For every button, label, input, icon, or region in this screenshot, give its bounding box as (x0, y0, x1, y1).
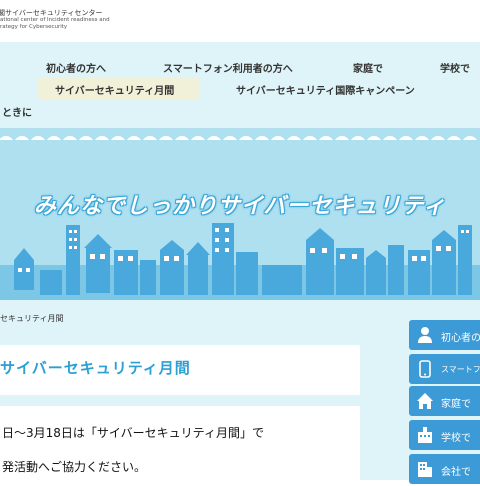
sidebar-button-beginners[interactable]: 初心者の (409, 320, 480, 350)
body-card: 日～3月18日は「サイバーセキュリティ月間」で 発活動へご協力ください。 (0, 406, 360, 486)
main-content: セキュリティ月間 サイバーセキュリティ月間 日～3月18日は「サイバーセキュリテ… (0, 300, 480, 486)
sidebar-button-school[interactable]: 学校で (409, 420, 480, 450)
nav-item-smartphone[interactable]: スマートフォン利用者の方へ (163, 60, 293, 75)
nav-item-international-campaign[interactable]: サイバーセキュリティ国際キャンペーン (236, 82, 415, 97)
main-navigation: 初心者の方へ スマートフォン利用者の方へ 家庭で 学校で サイバーセキュリティ月… (0, 42, 480, 128)
smartphone-icon (419, 360, 431, 378)
city-skyline-illustration (0, 223, 480, 300)
person-icon (418, 327, 432, 343)
office-building-icon (418, 462, 432, 477)
nav-item-cybersecurity-month[interactable]: サイバーセキュリティ月間 (55, 82, 174, 97)
school-icon (418, 427, 432, 443)
nav-item-beginners[interactable]: 初心者の方へ (46, 60, 106, 75)
nav-item-emergency[interactable]: ときに (2, 104, 32, 119)
page-title: サイバーセキュリティ月間 (0, 359, 191, 377)
hero-banner: みんなでしっかりサイバーセキュリティ (0, 128, 480, 300)
breadcrumb[interactable]: セキュリティ月間 (0, 313, 64, 324)
logo-subtitle-line2: rategy for Cybersecurity (0, 24, 68, 30)
site-header: 閣サイバーセキュリティセンター ational center of Incide… (0, 0, 480, 42)
logo-subtitle-line1: ational center of Incident readiness and (0, 17, 110, 23)
scallop-border-top (0, 128, 480, 140)
sidebar-button-label: スマートフォ (441, 365, 480, 374)
sidebar-button-home[interactable]: 家庭で (409, 386, 480, 416)
hero-title: みんなでしっかりサイバーセキュリティ (33, 194, 447, 219)
nav-item-school[interactable]: 学校で (440, 60, 470, 75)
sidebar-button-label: 家庭で (441, 399, 471, 410)
nav-item-home[interactable]: 家庭で (353, 60, 383, 75)
sidebar-button-label: 学校で (441, 433, 471, 444)
sidebar-button-smartphone[interactable]: スマートフォ (409, 354, 480, 384)
body-text-line2: 発活動へご協力ください。 (2, 460, 147, 474)
title-card: サイバーセキュリティ月間 (0, 345, 360, 395)
house-icon (417, 393, 433, 409)
body-text-line1: 日～3月18日は「サイバーセキュリティ月間」で (2, 426, 264, 440)
sidebar-button-label: 初心者の (441, 333, 480, 344)
sidebar-button-label: 会社で (441, 467, 471, 478)
